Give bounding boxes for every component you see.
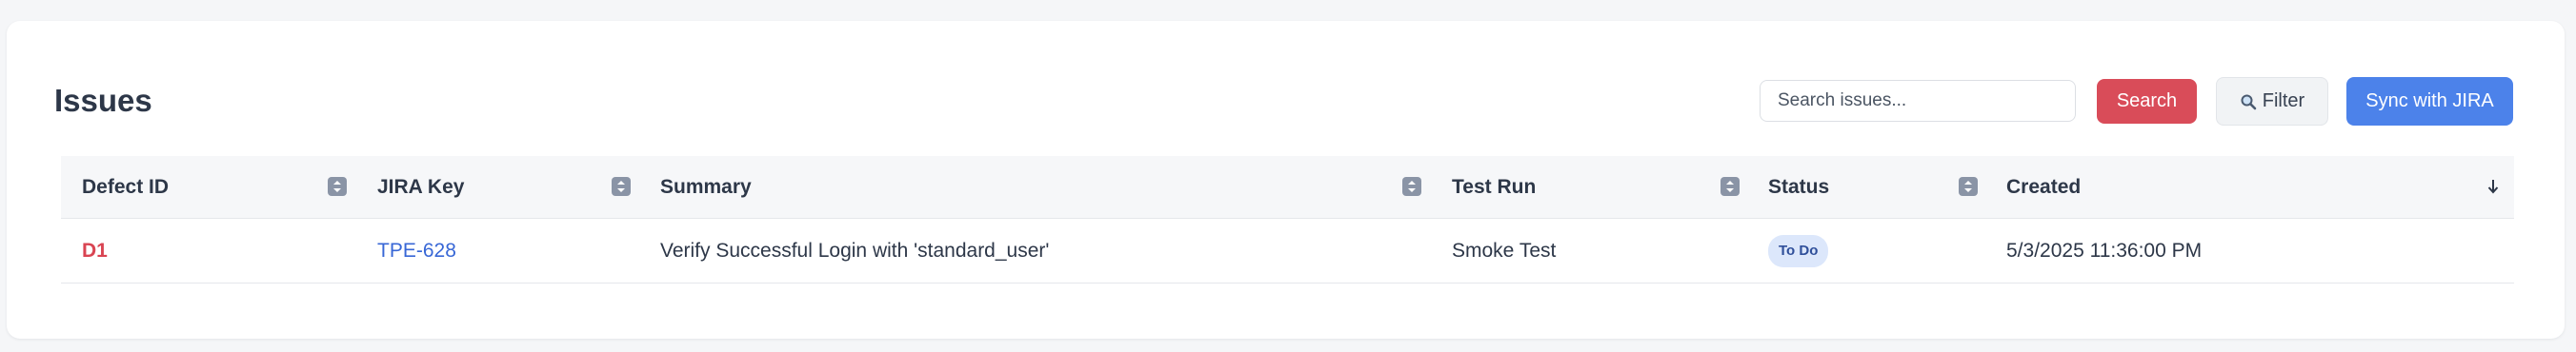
- sort-toggle-icon[interactable]: [1721, 177, 1740, 196]
- magnifier-icon: [2240, 93, 2257, 110]
- defect-id-link[interactable]: D1: [82, 240, 108, 263]
- sort-toggle-icon[interactable]: [1402, 177, 1421, 196]
- test-run-cell: Smoke Test: [1452, 239, 1557, 262]
- table-header: Defect ID JIRA Key Summary Test Run Stat…: [61, 156, 2514, 219]
- sort-toggle-icon[interactable]: [1959, 177, 1978, 196]
- page-title: Issues: [54, 83, 152, 118]
- filter-button-label: Filter: [2262, 90, 2305, 111]
- column-header-created[interactable]: Created: [2006, 156, 2081, 218]
- created-cell: 5/3/2025 11:36:00 PM: [2006, 239, 2203, 262]
- column-header-defect-id[interactable]: Defect ID: [82, 156, 169, 218]
- column-header-test-run[interactable]: Test Run: [1452, 156, 1536, 218]
- status-badge: To Do: [1768, 234, 1829, 267]
- status-cell: To Do: [1768, 219, 1829, 283]
- sort-toggle-icon[interactable]: [612, 177, 631, 196]
- column-header-jira-key[interactable]: JIRA Key: [377, 156, 464, 218]
- sort-toggle-icon[interactable]: [328, 177, 347, 196]
- search-input[interactable]: [1760, 80, 2076, 122]
- column-header-summary[interactable]: Summary: [660, 156, 752, 218]
- search-button[interactable]: Search: [2097, 79, 2197, 124]
- column-header-status[interactable]: Status: [1768, 156, 1829, 218]
- jira-key-link[interactable]: TPE-628: [377, 240, 456, 263]
- issues-table: Defect ID JIRA Key Summary Test Run Stat…: [61, 156, 2514, 284]
- defect-id-cell: D1: [82, 219, 108, 283]
- filter-button[interactable]: Filter: [2216, 77, 2328, 126]
- sort-descending-icon[interactable]: [2485, 177, 2501, 196]
- table-row[interactable]: D1 TPE-628 Verify Successful Login with …: [61, 219, 2514, 284]
- jira-key-cell: TPE-628: [377, 219, 456, 283]
- sync-with-jira-button[interactable]: Sync with JIRA: [2346, 77, 2513, 126]
- summary-cell: Verify Successful Login with 'standard_u…: [660, 239, 1050, 262]
